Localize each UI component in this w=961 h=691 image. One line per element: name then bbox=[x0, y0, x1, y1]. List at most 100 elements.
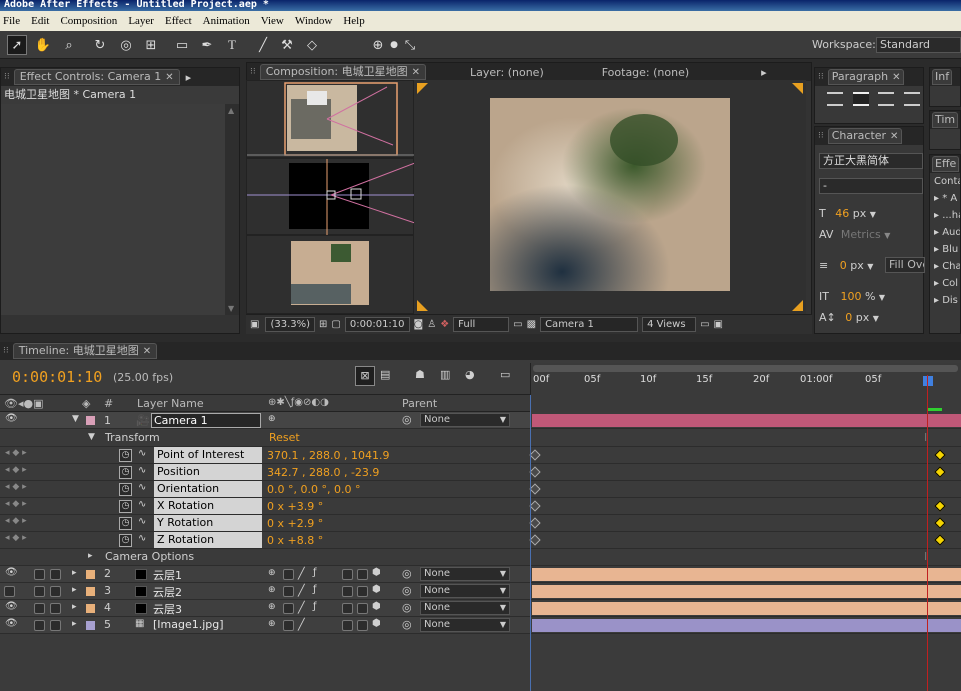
layer-row-camera[interactable]: 👁 ▼ 1 🎥 Camera 1 ⊕ ◎ None bbox=[0, 412, 530, 429]
shy-switch-icon[interactable]: ⊕ bbox=[268, 619, 276, 629]
shy-switch-icon[interactable]: ⊕ bbox=[268, 602, 276, 612]
collapse-triangle-icon[interactable]: ▸ bbox=[88, 551, 93, 561]
property-row-x-rotation[interactable]: ◂ ◆ ▸ ◷ ∿ X Rotation 0 x +3.9 ° bbox=[0, 498, 530, 515]
layer-row[interactable]: 👁 ▸ 2 云层1 ⊕ ╱ ƒ ⬢ ◎ None bbox=[0, 566, 530, 583]
effect-switch-icon[interactable]: ƒ bbox=[313, 584, 317, 595]
menu-animation[interactable]: Animation bbox=[203, 15, 250, 27]
justify-icon[interactable] bbox=[903, 92, 920, 106]
stopwatch-icon[interactable]: ◷ bbox=[119, 517, 132, 530]
work-area-bar[interactable] bbox=[533, 365, 958, 372]
layer-name[interactable]: 云层3 bbox=[153, 601, 182, 617]
keyframe-icon[interactable] bbox=[934, 500, 946, 512]
composition-viewer[interactable] bbox=[246, 80, 806, 314]
visibility-eye-icon[interactable]: 👁 bbox=[5, 413, 18, 424]
show-snapshot-icon[interactable]: ♙ bbox=[427, 319, 436, 330]
stopwatch-icon[interactable]: ◷ bbox=[119, 534, 132, 547]
parent-dropdown[interactable]: None bbox=[420, 584, 510, 598]
layer-name[interactable]: Camera 1 bbox=[151, 413, 261, 428]
motion-blur-switch[interactable] bbox=[357, 620, 368, 631]
layer-duration-bar[interactable] bbox=[532, 602, 961, 615]
expand-triangle-icon[interactable]: ▼ bbox=[88, 432, 95, 442]
effects-category-item[interactable]: ▸ Cha bbox=[934, 258, 960, 275]
tab-effect-controls[interactable]: Effect Controls: Camera 1 ✕ bbox=[13, 69, 180, 85]
lock-switch[interactable] bbox=[50, 569, 61, 580]
3d-layer-cube-icon[interactable]: ⬢ bbox=[372, 584, 381, 595]
stroke-fill-dropdown[interactable]: Fill Over bbox=[885, 257, 925, 273]
visibility-eye-icon[interactable]: 👁 bbox=[5, 601, 18, 612]
camera-duration-bar[interactable] bbox=[532, 414, 961, 427]
scrollbar[interactable]: ▲ ▼ bbox=[225, 104, 239, 315]
panel-grip-icon[interactable]: ⁝⁝ bbox=[250, 67, 256, 77]
align-left-icon[interactable] bbox=[827, 92, 843, 106]
transform-reset-link[interactable]: Reset bbox=[269, 431, 300, 444]
panel-menu-icon[interactable]: ▸ bbox=[186, 71, 192, 84]
motion-blur-switch[interactable] bbox=[357, 569, 368, 580]
effects-category-item[interactable]: ▸ Dis bbox=[934, 292, 960, 309]
expand-triangle-icon[interactable]: ▸ bbox=[72, 619, 77, 629]
layer-row[interactable]: 👁 ▸ 4 云层3 ⊕ ╱ ƒ ⬢ ◎ None bbox=[0, 600, 530, 617]
rotation-tool-icon[interactable]: ↻ bbox=[90, 35, 110, 55]
visibility-eye-icon[interactable]: 👁 bbox=[5, 618, 18, 629]
playhead-line[interactable] bbox=[927, 375, 928, 691]
playhead-handle-icon[interactable] bbox=[923, 376, 933, 386]
rectangle-tool-icon[interactable]: ▭ bbox=[172, 35, 192, 55]
property-value[interactable]: 0 x +8.8 ° bbox=[267, 534, 323, 547]
layer-name[interactable]: 云层1 bbox=[153, 567, 182, 583]
camera-options-group[interactable]: ▸ Camera Options bbox=[0, 549, 530, 566]
parent-pickwhip-icon[interactable]: ◎ bbox=[402, 601, 412, 614]
track-xy-camera-tool-icon[interactable]: ⊞ bbox=[141, 35, 161, 55]
timeline-current-time[interactable]: 0:00:01:10 bbox=[12, 368, 102, 386]
stroke-width-dropdown-icon[interactable]: ▼ bbox=[867, 262, 873, 271]
clone-stamp-tool-icon[interactable]: ⚒ bbox=[277, 35, 297, 55]
workspace-dropdown[interactable]: Standard bbox=[876, 37, 961, 53]
layer-duration-bar[interactable] bbox=[532, 619, 961, 632]
font-family-dropdown[interactable]: 方正大黑简体 bbox=[819, 153, 923, 169]
effects-category-item[interactable]: ▸ Col bbox=[934, 275, 960, 292]
align-right-icon[interactable] bbox=[878, 92, 894, 106]
keyframe-icon[interactable] bbox=[529, 483, 541, 495]
panel-grip-icon[interactable]: ⁝⁝ bbox=[3, 346, 9, 356]
stopwatch-icon[interactable]: ◷ bbox=[119, 500, 132, 513]
composition-mini-flowchart-icon[interactable]: ⊠ bbox=[355, 366, 375, 386]
tab-composition[interactable]: Composition: 电城卫星地图 ✕ bbox=[259, 64, 427, 80]
keyframe-icon[interactable] bbox=[529, 449, 541, 461]
font-style-dropdown[interactable]: - bbox=[819, 178, 923, 194]
solo-switch[interactable] bbox=[34, 569, 45, 580]
stopwatch-icon[interactable]: ◷ bbox=[119, 466, 132, 479]
scroll-down-icon[interactable]: ▼ bbox=[228, 304, 234, 313]
parent-pickwhip-icon[interactable]: ◎ bbox=[402, 618, 412, 631]
view-right[interactable] bbox=[246, 235, 414, 314]
switches-header-icon[interactable]: ⊕✱╲ƒ◉⊘◐◑ bbox=[268, 397, 329, 408]
lock-switch[interactable] bbox=[50, 586, 61, 597]
draft-3d-icon[interactable]: ▤ bbox=[380, 368, 390, 381]
solo-switch[interactable] bbox=[34, 620, 45, 631]
view-layout-dropdown[interactable]: 4 Views bbox=[642, 317, 697, 332]
font-size-value[interactable]: 46 bbox=[835, 207, 849, 220]
quality-switch-icon[interactable]: ╱ bbox=[298, 567, 305, 580]
layer-name[interactable]: 云层2 bbox=[153, 584, 182, 600]
menu-effect[interactable]: Effect bbox=[165, 15, 192, 27]
label-color-swatch[interactable] bbox=[86, 570, 95, 579]
lock-switch[interactable] bbox=[50, 603, 61, 614]
keyframe-icon[interactable] bbox=[934, 466, 946, 478]
effect-switch-icon[interactable]: ƒ bbox=[313, 567, 317, 578]
label-color-swatch[interactable] bbox=[86, 621, 95, 630]
keyframe-navigator-icon[interactable]: ◂ ◆ ▸ bbox=[5, 499, 27, 509]
property-value[interactable]: 0.0 °, 0.0 °, 0.0 ° bbox=[267, 483, 360, 496]
property-row-position[interactable]: ◂ ◆ ▸ ◷ ∿ Position 342.7 , 288.0 , -23.9 bbox=[0, 464, 530, 481]
tab-paragraph[interactable]: Paragraph ✕ bbox=[827, 69, 905, 85]
property-value[interactable]: 370.1 , 288.0 , 1041.9 bbox=[267, 449, 389, 462]
label-column-icon[interactable]: ◈ bbox=[82, 397, 90, 410]
roi-icon[interactable]: ▭ bbox=[513, 319, 522, 330]
collapse-switch[interactable] bbox=[283, 569, 294, 580]
property-row-y-rotation[interactable]: ◂ ◆ ▸ ◷ ∿ Y Rotation 0 x +2.9 ° bbox=[0, 515, 530, 532]
selection-tool-icon[interactable]: ➚ bbox=[7, 35, 27, 55]
effects-category-item[interactable]: ▸ Aud bbox=[934, 224, 960, 241]
pen-tool-icon[interactable]: ✒ bbox=[197, 35, 217, 55]
menu-layer[interactable]: Layer bbox=[128, 15, 154, 27]
close-icon[interactable]: ✕ bbox=[143, 346, 151, 357]
view-front[interactable] bbox=[246, 158, 416, 236]
camera-view-dropdown[interactable]: Camera 1 bbox=[540, 317, 639, 332]
graph-editor-icon[interactable]: ▭ bbox=[500, 368, 510, 381]
keyframe-navigator-icon[interactable]: ◂ ◆ ▸ bbox=[5, 448, 27, 458]
